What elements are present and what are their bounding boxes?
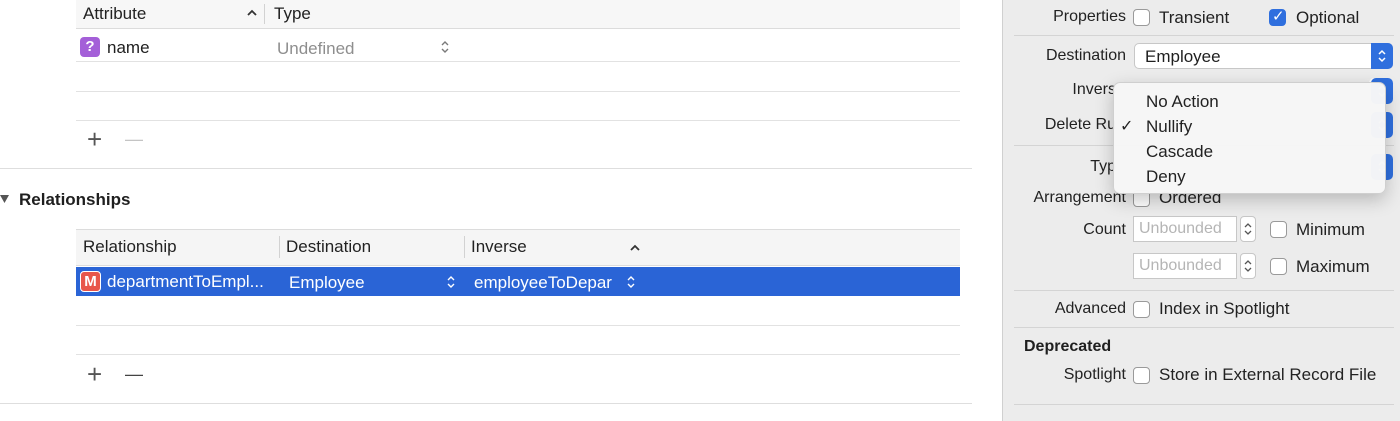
relationship-destination-popup[interactable]: Employee (289, 273, 365, 293)
section-divider (0, 403, 972, 404)
destination-label: Destination (1045, 47, 1126, 64)
add-attribute-button[interactable]: + (87, 126, 102, 152)
minimum-count-field[interactable]: Unbounded (1133, 216, 1237, 242)
minimum-checkbox[interactable] (1270, 221, 1287, 238)
attribute-undefined-badge-icon: ? (80, 37, 100, 57)
popup-arrows-icon (1371, 43, 1393, 69)
sort-ascending-icon[interactable] (629, 240, 641, 260)
relationship-name[interactable]: departmentToEmpl... (107, 272, 264, 292)
popup-arrows-icon[interactable] (446, 274, 456, 290)
destination-popup[interactable]: Employee (1134, 43, 1393, 69)
deprecated-header: Deprecated (1024, 338, 1112, 355)
separator (1014, 327, 1394, 328)
popup-arrows-icon[interactable] (626, 274, 636, 290)
menu-item-cascade[interactable]: Cascade (1114, 138, 1385, 163)
properties-label: Properties (1053, 8, 1126, 25)
row-divider (76, 325, 960, 326)
optional-label: Optional (1296, 8, 1360, 27)
menu-item-label: Cascade (1146, 142, 1214, 161)
section-divider (0, 168, 972, 169)
menu-item-no-action[interactable]: No Action (1114, 88, 1385, 113)
maximum-label: Maximum (1296, 257, 1370, 276)
column-header-inverse[interactable]: Inverse (471, 233, 527, 261)
column-divider[interactable] (464, 236, 465, 258)
row-divider (76, 354, 960, 355)
delete-rule-menu: No Action ✓ Nullify Cascade Deny (1113, 82, 1386, 194)
separator (1014, 35, 1394, 36)
row-divider (76, 120, 960, 121)
menu-item-nullify[interactable]: ✓ Nullify (1114, 113, 1385, 138)
attributes-header (76, 0, 960, 29)
popup-arrows-icon[interactable] (440, 39, 450, 55)
maximum-count-field[interactable]: Unbounded (1133, 253, 1237, 279)
attribute-name[interactable]: name (107, 38, 150, 58)
relationship-many-badge-icon: M (80, 271, 101, 292)
menu-item-label: No Action (1146, 92, 1219, 111)
type-label: Typ (1090, 158, 1116, 175)
separator (1014, 290, 1394, 291)
menu-item-label: Deny (1146, 167, 1186, 186)
transient-label: Transient (1159, 8, 1230, 27)
advanced-label: Advanced (1054, 300, 1126, 317)
checkmark-icon: ✓ (1120, 118, 1134, 135)
inverse-label: Invers (1072, 81, 1116, 98)
arrangement-label: Arrangement (1033, 189, 1127, 206)
column-divider[interactable] (279, 236, 280, 258)
row-divider (76, 91, 960, 92)
sort-ascending-icon[interactable] (246, 5, 258, 25)
column-header-destination[interactable]: Destination (286, 233, 371, 261)
remove-attribute-button[interactable]: — (125, 126, 143, 152)
maximum-stepper[interactable] (1240, 253, 1256, 279)
column-header-relationship[interactable]: Relationship (83, 233, 177, 261)
separator (1014, 404, 1394, 405)
transient-checkbox[interactable] (1133, 9, 1150, 26)
menu-item-label: Nullify (1146, 117, 1193, 136)
minimum-stepper[interactable] (1240, 216, 1256, 242)
delete-rule-label: Delete Ru (1044, 116, 1116, 133)
store-external-record-checkbox[interactable] (1133, 367, 1150, 384)
menu-item-deny[interactable]: Deny (1114, 163, 1385, 188)
spotlight-label: Spotlight (1063, 366, 1126, 383)
column-divider[interactable] (264, 4, 265, 24)
disclosure-triangle-icon[interactable] (0, 191, 10, 211)
column-header-type[interactable]: Type (274, 0, 311, 28)
store-external-record-label: Store in External Record File (1159, 365, 1377, 384)
maximum-checkbox[interactable] (1270, 258, 1287, 275)
add-relationship-button[interactable]: + (87, 361, 102, 387)
count-label: Count (1083, 221, 1126, 238)
index-in-spotlight-label: Index in Spotlight (1159, 299, 1290, 318)
optional-checkbox[interactable] (1269, 7, 1286, 26)
minimum-label: Minimum (1296, 220, 1365, 239)
row-divider (76, 61, 960, 62)
destination-value: Employee (1145, 47, 1221, 66)
column-header-attribute[interactable]: Attribute (83, 0, 146, 28)
relationship-inverse-popup[interactable]: employeeToDepar (474, 273, 612, 293)
index-in-spotlight-checkbox[interactable] (1133, 301, 1150, 318)
section-title-relationships: Relationships (19, 190, 131, 209)
attribute-type-popup[interactable]: Undefined (277, 39, 355, 59)
remove-relationship-button[interactable]: — (125, 361, 143, 387)
